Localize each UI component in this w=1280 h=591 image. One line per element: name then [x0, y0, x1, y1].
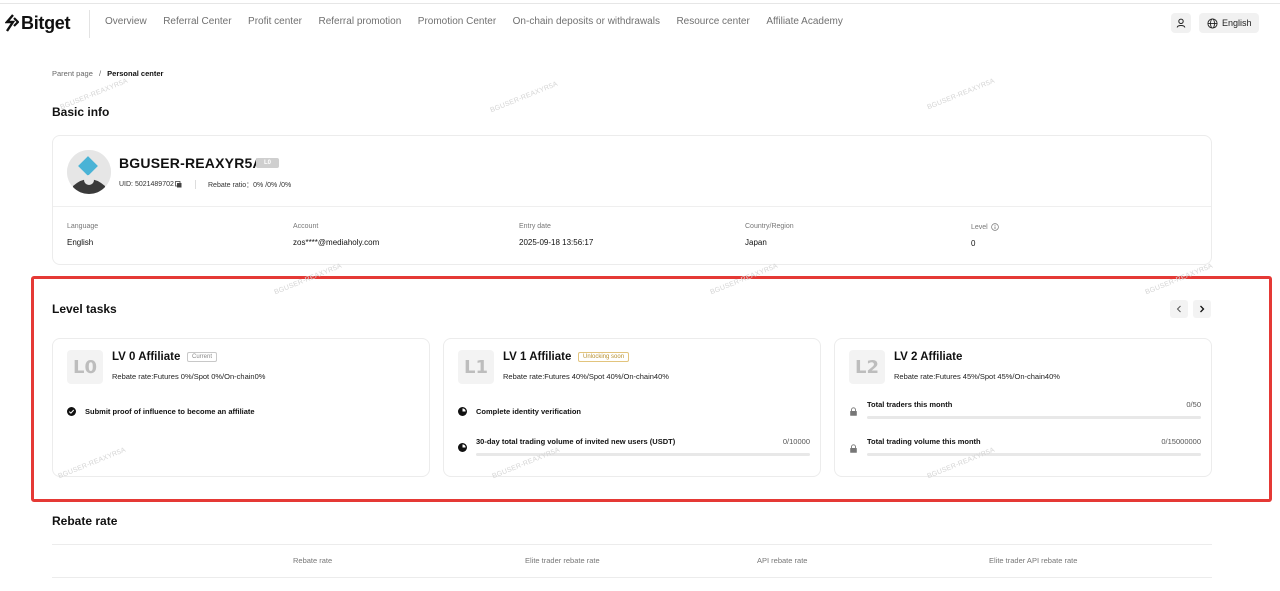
task-progress-text: 0/10000 — [782, 437, 810, 446]
avatar — [67, 150, 111, 194]
prev-arrow-button[interactable] — [1170, 300, 1188, 318]
level-card-lv1: L1 LV 1 Affiliate Unlocking soon Rebate … — [443, 338, 821, 477]
table-top-border — [52, 544, 1212, 545]
level-tasks-title: Level tasks — [52, 302, 117, 316]
level-l1-icon: L1 — [458, 350, 494, 384]
nav-referral-center[interactable]: Referral Center — [163, 16, 231, 27]
nav-promotion-center[interactable]: Promotion Center — [418, 16, 496, 27]
lock-icon — [850, 407, 857, 416]
rebate-rate-title: Rebate rate — [52, 514, 118, 528]
nav-overview[interactable]: Overview — [105, 16, 147, 27]
info-value: 2025-09-18 13:56:17 — [519, 238, 594, 247]
nav-profit-center[interactable]: Profit center — [248, 16, 302, 27]
level-card-rate: Rebate rate:Futures 40%/Spot 40%/On-chai… — [503, 372, 669, 381]
breadcrumb: Parent page / Personal center — [52, 69, 163, 78]
unlocking-soon-tag: Unlocking soon — [578, 352, 630, 362]
column-header: Elite trader rebate rate — [525, 556, 600, 565]
info-entry-date: Entry date 2025-09-18 13:56:17 — [519, 223, 593, 247]
task-progress-text: 0/15000000 — [1161, 437, 1201, 446]
info-value: 0 — [971, 239, 976, 248]
user-button[interactable] — [1171, 13, 1191, 33]
info-label: Account — [293, 223, 319, 230]
current-tag: Current — [187, 352, 218, 362]
level-card-title: LV 0 Affiliate — [112, 351, 181, 363]
avatar-image — [67, 150, 111, 194]
language-button[interactable]: English — [1199, 13, 1259, 33]
level-card-title: LV 1 Affiliate — [503, 351, 572, 363]
breadcrumb-separator: / — [98, 69, 102, 78]
level-l0-icon: L0 — [67, 350, 103, 384]
level-card-lv2: L2 LV 2 Affiliate Rebate rate:Futures 45… — [834, 338, 1212, 477]
check-icon — [67, 407, 76, 416]
task-name: Complete identity verification — [476, 407, 582, 416]
level-card-lv0: L0 LV 0 Affiliate Current Rebate rate:Fu… — [52, 338, 430, 477]
lock-icon — [850, 444, 857, 453]
info-value: zos****@mediaholy.com — [293, 238, 380, 247]
basic-info-title: Basic info — [52, 105, 110, 119]
info-value: English — [67, 238, 94, 247]
top-border — [0, 0, 1280, 4]
breadcrumb-parent[interactable]: Parent page — [52, 69, 93, 78]
task-name: 30-day total trading volume of invited n… — [476, 437, 676, 446]
chevron-left-icon — [1176, 305, 1181, 313]
rebate-ratio: Rebate ratio：0% /0% /0% — [208, 182, 292, 189]
column-header: Rebate rate — [293, 556, 333, 565]
level-card-rate: Rebate rate:Futures 45%/Spot 45%/On-chai… — [894, 372, 1060, 381]
level-badge: L0 — [256, 158, 279, 168]
brand-name: Bitget — [21, 12, 71, 33]
username: BGUSER-REAXYR5A — [119, 155, 263, 171]
bitget-logo-icon — [5, 14, 19, 32]
table-header-border — [52, 577, 1212, 578]
uid-separator — [195, 180, 196, 189]
watermark: BGUSER-REAXYR5A — [489, 80, 559, 115]
info-label: Language — [67, 223, 99, 230]
language-label: English — [1222, 18, 1252, 28]
info-account: Account zos****@mediaholy.com — [293, 223, 379, 247]
task-name: Submit proof of influence to become an a… — [85, 407, 255, 416]
chevron-right-icon — [1200, 305, 1205, 313]
bitget-logo[interactable]: Bitget — [5, 12, 71, 34]
next-arrow-button[interactable] — [1193, 300, 1211, 318]
user-icon — [1176, 18, 1186, 28]
info-label: Entry date — [519, 223, 551, 230]
uid-text: UID: 5021489702 — [119, 181, 174, 188]
task-name: Total traders this month — [867, 400, 953, 409]
globe-icon — [1207, 17, 1218, 29]
header-divider — [89, 10, 90, 38]
level-card-rate: Rebate rate:Futures 0%/Spot 0%/On-chain0… — [112, 372, 266, 381]
info-language: Language English — [67, 223, 98, 247]
info-level: Level 0 — [971, 223, 999, 248]
info-label-level: Level — [971, 223, 999, 231]
nav-onchain-deposits[interactable]: On-chain deposits or withdrawals — [513, 16, 660, 27]
main-nav: Overview Referral Center Profit center R… — [105, 16, 859, 27]
task-name: Total trading volume this month — [867, 437, 981, 446]
info-label: Country/Region — [745, 223, 794, 230]
nav-affiliate-academy[interactable]: Affiliate Academy — [766, 16, 843, 27]
level-l2-icon: L2 — [849, 350, 885, 384]
info-divider — [53, 206, 1211, 207]
progress-bar — [867, 453, 1201, 456]
level-card-title: LV 2 Affiliate — [894, 351, 963, 363]
progress-bar — [867, 416, 1201, 419]
breadcrumb-current: Personal center — [107, 69, 164, 78]
task-progress-text: 0/50 — [1186, 400, 1201, 409]
watermark: BGUSER-REAXYR5A — [926, 77, 996, 112]
column-header: API rebate rate — [757, 556, 808, 565]
info-label: Level — [971, 223, 988, 231]
basic-info-card: BGUSER-REAXYR5A L0 UID: 5021489702 Rebat… — [52, 135, 1212, 265]
pending-icon — [458, 407, 467, 416]
info-country: Country/Region Japan — [745, 223, 794, 247]
pending-icon — [458, 443, 467, 452]
copy-icon[interactable] — [175, 181, 182, 188]
progress-bar — [476, 453, 810, 456]
column-header: Elite trader API rebate rate — [989, 556, 1078, 565]
info-value: Japan — [745, 238, 767, 247]
nav-referral-promotion[interactable]: Referral promotion — [318, 16, 401, 27]
nav-resource-center[interactable]: Resource center — [676, 16, 749, 27]
info-icon[interactable] — [990, 223, 999, 231]
